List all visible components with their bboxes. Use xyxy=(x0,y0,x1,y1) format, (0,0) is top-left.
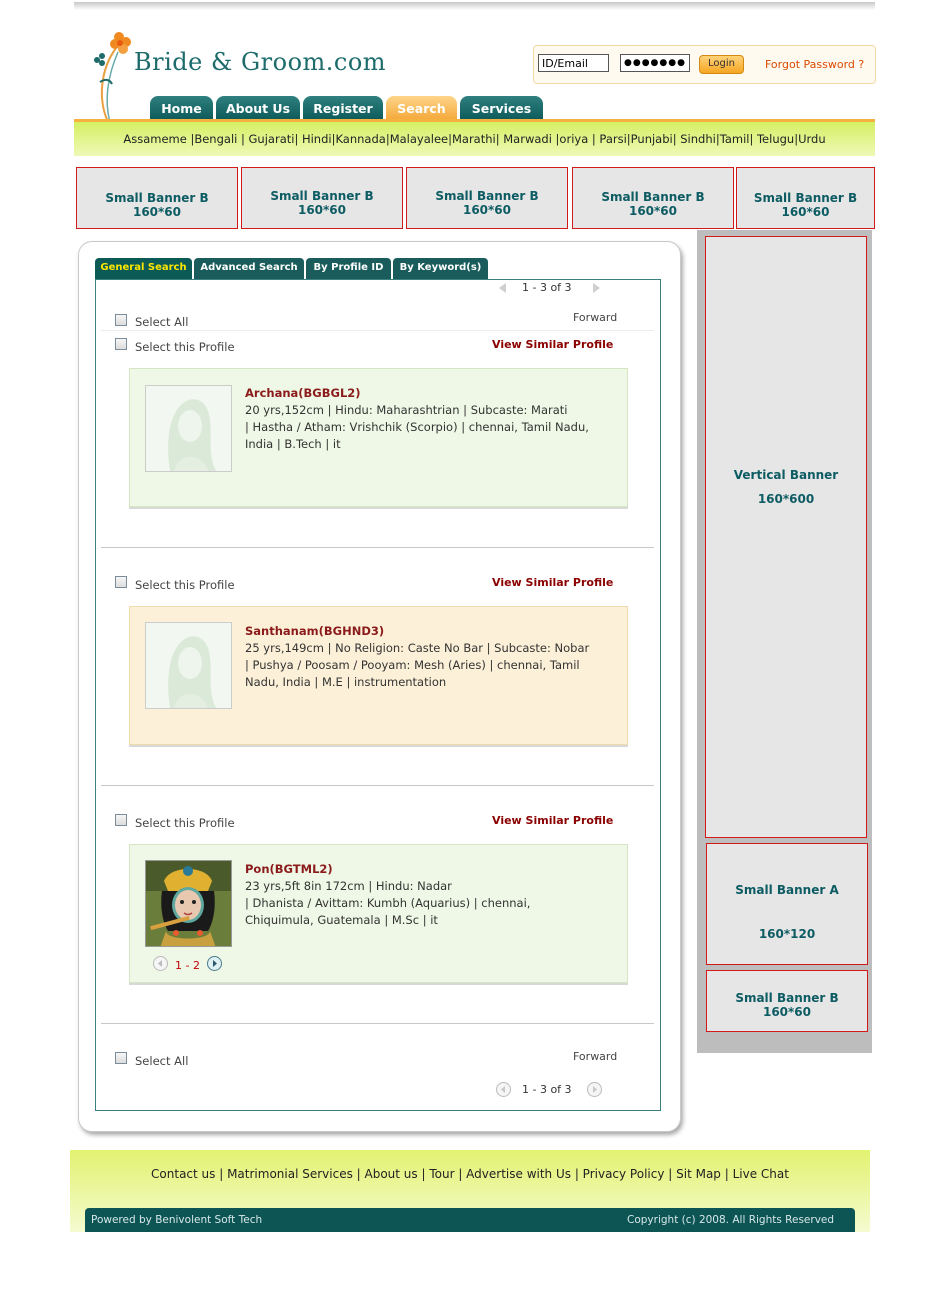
banner-title: Small Banner B xyxy=(735,991,839,1005)
photo-prev-icon[interactable] xyxy=(153,956,168,971)
profile-details: 20 yrs,152cm | Hindu: Maharashtrian | Su… xyxy=(245,402,589,453)
profile-detail-line: Chiquimula, Guatemala | M.Sc | it xyxy=(245,913,438,927)
banner-title: Small Banner A xyxy=(735,883,839,897)
banner-size: 160*600 xyxy=(757,492,815,506)
nav-tab-home[interactable]: Home xyxy=(150,96,213,120)
woman-silhouette-icon xyxy=(146,623,231,708)
select-all-checkbox[interactable] xyxy=(115,314,127,326)
profile-details: 25 yrs,149cm | No Religion: Caste No Bar… xyxy=(245,640,589,691)
profile-detail-line: India | B.Tech | it xyxy=(245,437,341,451)
nav-tab-search[interactable]: Search xyxy=(386,96,457,120)
banner-title: Small Banner B xyxy=(601,190,705,204)
email-field[interactable] xyxy=(538,54,609,72)
forward-link[interactable]: Forward xyxy=(573,311,617,324)
language-links[interactable]: Assameme |Bengali | Gujarati| Hindi|Kann… xyxy=(74,132,875,146)
card-shadow xyxy=(129,507,628,509)
select-profile-checkbox[interactable] xyxy=(115,814,127,826)
small-banner-a[interactable]: Small Banner A 160*120 xyxy=(706,843,868,965)
banner-title: Vertical Banner xyxy=(733,468,839,482)
site-name: Bride & Groom.com xyxy=(134,48,387,76)
profile-detail-line: | Dhanista / Avittam: Kumbh (Aquarius) |… xyxy=(245,896,531,910)
banner-title: Small Banner B xyxy=(753,191,858,205)
tab-by-profile-id[interactable]: By Profile ID xyxy=(306,258,391,279)
woman-silhouette-icon xyxy=(146,386,231,471)
pager-text: 1 - 3 of 3 xyxy=(522,1083,572,1096)
view-similar-profile-link[interactable]: View Similar Profile xyxy=(492,576,613,589)
photo-pager-text: 1 - 2 xyxy=(175,959,200,972)
small-banner-b[interactable]: Small Banner B 160*60 xyxy=(406,167,568,229)
small-banner-b[interactable]: Small Banner B 160*60 xyxy=(736,167,875,229)
login-button[interactable]: Login xyxy=(699,55,744,74)
divider xyxy=(101,547,654,548)
tab-advanced-search[interactable]: Advanced Search xyxy=(194,258,304,279)
profile-name[interactable]: Archana(BGBGL2) xyxy=(245,386,361,400)
card-shadow xyxy=(129,983,628,985)
small-banner-b[interactable]: Small Banner B 160*60 xyxy=(241,167,403,229)
banner-title: Small Banner B xyxy=(105,191,209,205)
select-all-checkbox[interactable] xyxy=(115,1052,127,1064)
nav-tab-services[interactable]: Services xyxy=(460,96,543,120)
footer-links[interactable]: Contact us | Matrimonial Services | Abou… xyxy=(70,1167,870,1181)
copyright-text: Copyright (c) 2008. All Rights Reserved xyxy=(627,1214,835,1226)
select-profile-checkbox[interactable] xyxy=(115,338,127,350)
prev-page-icon[interactable] xyxy=(499,283,506,293)
banner-size: 160*60 xyxy=(628,204,678,218)
divider xyxy=(101,330,654,331)
profile-name[interactable]: Santhanam(BGHND3) xyxy=(245,624,384,638)
nav-tab-register[interactable]: Register xyxy=(303,96,383,120)
banner-size: 160*60 xyxy=(762,1005,812,1019)
password-field[interactable] xyxy=(620,54,690,72)
next-page-icon[interactable] xyxy=(587,1082,602,1097)
photo-next-icon[interactable] xyxy=(207,956,222,971)
prev-page-icon[interactable] xyxy=(496,1082,511,1097)
view-similar-profile-link[interactable]: View Similar Profile xyxy=(492,814,613,827)
profile-detail-line: Nadu, India | M.E | instrumentation xyxy=(245,675,447,689)
top-rule xyxy=(74,2,875,10)
profile-detail-line: 25 yrs,149cm | No Religion: Caste No Bar… xyxy=(245,641,590,655)
vertical-banner[interactable]: Vertical Banner 160*600 xyxy=(705,236,867,838)
banner-title: Small Banner B xyxy=(435,189,539,203)
profile-photo[interactable] xyxy=(145,385,232,472)
select-profile-label: Select this Profile xyxy=(135,578,235,592)
profile-detail-line: 23 yrs,5ft 8in 172cm | Hindu: Nadar xyxy=(245,879,452,893)
select-profile-label: Select this Profile xyxy=(135,816,235,830)
banner-size: 160*60 xyxy=(297,203,347,217)
profile-details: 23 yrs,5ft 8in 172cm | Hindu: Nadar | Dh… xyxy=(245,878,530,929)
card-shadow xyxy=(129,745,628,747)
divider xyxy=(101,785,654,786)
select-profile-label: Select this Profile xyxy=(135,340,235,354)
banner-size: 160*120 xyxy=(758,927,816,941)
profile-name[interactable]: Pon(BGTML2) xyxy=(245,862,333,876)
select-all-label: Select All xyxy=(135,315,189,329)
krishna-portrait-icon xyxy=(146,861,231,946)
nav-tab-about-us[interactable]: About Us xyxy=(216,96,300,120)
view-similar-profile-link[interactable]: View Similar Profile xyxy=(492,338,613,351)
small-banner-b[interactable]: Small Banner B 160*60 xyxy=(76,167,238,229)
select-profile-checkbox[interactable] xyxy=(115,576,127,588)
tab-general-search[interactable]: General Search xyxy=(95,258,192,279)
profile-photo[interactable] xyxy=(145,622,232,709)
next-page-icon[interactable] xyxy=(593,283,600,293)
divider xyxy=(101,1023,654,1024)
tab-by-keywords[interactable]: By Keyword(s) xyxy=(393,258,488,279)
small-banner-b[interactable]: Small Banner B 160*60 xyxy=(572,167,734,229)
forgot-password-link[interactable]: Forgot Password ? xyxy=(765,58,864,71)
powered-by-text: Powered by Benivolent Soft Tech xyxy=(91,1214,263,1226)
pager-text: 1 - 3 of 3 xyxy=(522,281,572,294)
select-all-label: Select All xyxy=(135,1054,189,1068)
banner-size: 160*60 xyxy=(132,205,182,219)
profile-detail-line: | Hastha / Atham: Vrishchik (Scorpio) | … xyxy=(245,420,589,434)
forward-link[interactable]: Forward xyxy=(573,1050,617,1063)
profile-detail-line: 20 yrs,152cm | Hindu: Maharashtrian | Su… xyxy=(245,403,568,417)
small-banner-b[interactable]: Small Banner B 160*60 xyxy=(706,970,868,1032)
profile-photo[interactable] xyxy=(145,860,232,947)
banner-size: 160*60 xyxy=(462,203,512,217)
banner-title: Small Banner B xyxy=(270,189,374,203)
banner-size: 160*60 xyxy=(781,205,830,219)
profile-detail-line: | Pushya / Poosam / Pooyam: Mesh (Aries)… xyxy=(245,658,580,672)
